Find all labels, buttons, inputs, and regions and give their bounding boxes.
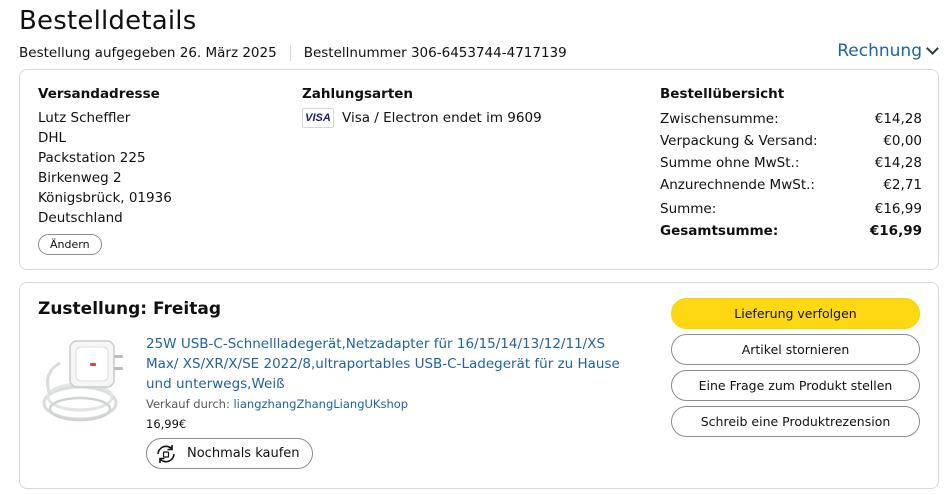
grand-total-row: Gesamtsumme: €16,99 — [660, 220, 922, 242]
summary-value: €14,28 — [874, 155, 922, 171]
cancel-item-button[interactable]: Artikel stornieren — [671, 334, 920, 365]
invoice-label: Rechnung — [837, 41, 922, 61]
reorder-cycle-icon — [157, 444, 175, 463]
summary-label: Zwischensumme: — [660, 111, 779, 127]
payment-methods: Zahlungsarten VISA Visa / Electron endet… — [302, 84, 542, 128]
product-price: 16,99€ — [146, 417, 187, 431]
summary-row: Summe: €16,99 — [660, 198, 922, 220]
buy-again-label: Nochmals kaufen — [187, 446, 300, 461]
delivery-title: Zustellung: Freitag — [38, 299, 221, 319]
shipping-address-heading: Versandadresse — [38, 86, 160, 102]
meta-divider — [289, 45, 291, 61]
address-line: Lutz Scheffler — [38, 110, 131, 126]
delivery-panel: Zustellung: Freitag 25W USB-C-Schnelllad… — [19, 282, 939, 489]
invoice-dropdown[interactable]: Rechnung — [837, 41, 939, 61]
summary-value: €0,00 — [883, 133, 922, 149]
address-line: Königsbrück, 01936 — [38, 190, 172, 206]
summary-label: Summe ohne MwSt.: — [660, 155, 800, 171]
summary-label: Summe: — [660, 201, 717, 217]
seller-link[interactable]: liangzhangZhangLiangUKshop — [233, 397, 408, 411]
order-number: Bestellnummer 306-6453744-4717139 — [303, 45, 567, 61]
summary-label: Verpackung & Versand: — [660, 133, 818, 149]
summary-value: €14,28 — [874, 111, 922, 127]
summary-value: €16,99 — [874, 201, 922, 217]
seller-info: Verkauf durch: liangzhangZhangLiangUKsho… — [146, 397, 408, 411]
order-meta: Bestellung aufgegeben 26. März 2025 Best… — [19, 45, 567, 61]
order-actions: Lieferung verfolgen Artikel stornieren E… — [671, 298, 920, 442]
summary-heading: Bestellübersicht — [660, 86, 785, 102]
address-line: Packstation 225 — [38, 150, 146, 166]
order-summary: Bestellübersicht Zwischensumme: €14,28 V… — [660, 84, 922, 242]
shipping-address: Versandadresse Lutz Scheffler DHL Packst… — [38, 84, 172, 255]
summary-row: Summe ohne MwSt.: €14,28 — [660, 152, 922, 174]
buy-again-button[interactable]: Nochmals kaufen — [146, 438, 313, 469]
product-image[interactable] — [40, 333, 132, 423]
page-title: Bestelldetails — [19, 6, 197, 36]
write-review-button[interactable]: Schreib eine Produktrezension — [671, 406, 920, 437]
address-line: Deutschland — [38, 210, 123, 226]
chevron-down-icon — [926, 42, 939, 55]
card-description: Visa / Electron endet im 9609 — [342, 110, 542, 126]
payment-card: VISA Visa / Electron endet im 9609 — [302, 108, 542, 128]
order-date: Bestellung aufgegeben 26. März 2025 — [19, 45, 277, 61]
grand-total-label: Gesamtsumme: — [660, 223, 779, 239]
product-question-button[interactable]: Eine Frage zum Produkt stellen — [671, 370, 920, 401]
track-delivery-button[interactable]: Lieferung verfolgen — [671, 298, 920, 329]
seller-label: Verkauf durch: — [146, 397, 230, 411]
payment-heading: Zahlungsarten — [302, 86, 414, 102]
summary-value: €2,71 — [883, 177, 922, 193]
change-address-button[interactable]: Ändern — [38, 234, 102, 255]
address-line: DHL — [38, 130, 67, 146]
product-title-link[interactable]: 25W USB-C-Schnellladegerät,Netzadapter f… — [146, 334, 636, 394]
grand-total-value: €16,99 — [869, 223, 922, 239]
visa-logo: VISA — [302, 108, 334, 128]
order-info-panel: Versandadresse Lutz Scheffler DHL Packst… — [19, 69, 939, 270]
summary-row: Anzurechnende MwSt.: €2,71 — [660, 174, 922, 196]
summary-row: Verpackung & Versand: €0,00 — [660, 130, 922, 152]
summary-label: Anzurechnende MwSt.: — [660, 177, 815, 193]
address-line: Birkenweg 2 — [38, 170, 122, 186]
summary-row: Zwischensumme: €14,28 — [660, 108, 922, 130]
